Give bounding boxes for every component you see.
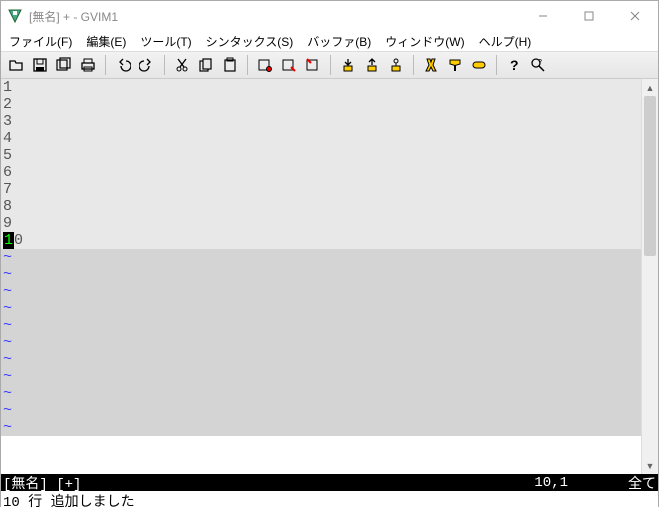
toolbar: ? ?: [1, 51, 658, 79]
line[interactable]: 8: [1, 198, 641, 215]
scroll-down-icon[interactable]: ▼: [642, 457, 658, 474]
buffer-content: 1 2 3 4 5 6 7 8 9 10: [1, 79, 641, 249]
minimize-button[interactable]: [520, 1, 566, 31]
open-icon[interactable]: [5, 54, 27, 76]
command-line[interactable]: 10 行 追加しました: [1, 491, 658, 508]
session-save-icon[interactable]: [361, 54, 383, 76]
line[interactable]: 2: [1, 96, 641, 113]
line[interactable]: 7: [1, 181, 641, 198]
maximize-button[interactable]: [566, 1, 612, 31]
find-prev-icon[interactable]: [302, 54, 324, 76]
empty-lines: ~~~~~~~~~~~: [1, 249, 641, 436]
redo-icon[interactable]: [136, 54, 158, 76]
empty-line-marker: ~: [1, 334, 641, 351]
menu-file[interactable]: ファイル(F): [5, 31, 76, 52]
line[interactable]: 1: [1, 79, 641, 96]
menu-tool[interactable]: ツール(T): [136, 31, 195, 52]
save-all-icon[interactable]: [53, 54, 75, 76]
undo-icon[interactable]: [112, 54, 134, 76]
menu-buffer[interactable]: バッファ(B): [303, 31, 375, 52]
cut-icon[interactable]: [171, 54, 193, 76]
line[interactable]: 4: [1, 130, 641, 147]
cursor-line[interactable]: 10: [1, 232, 641, 249]
status-right: 全て: [628, 473, 656, 493]
scroll-thumb[interactable]: [644, 96, 656, 256]
tags-icon[interactable]: [468, 54, 490, 76]
cursor: 1: [3, 232, 14, 249]
status-position: 10,1: [534, 475, 568, 491]
search-help-icon[interactable]: ?: [527, 54, 549, 76]
empty-line-marker: ~: [1, 283, 641, 300]
line[interactable]: 3: [1, 113, 641, 130]
svg-text:?: ?: [538, 59, 542, 66]
line[interactable]: 5: [1, 147, 641, 164]
paste-icon[interactable]: [219, 54, 241, 76]
print-icon[interactable]: [77, 54, 99, 76]
empty-line-marker: ~: [1, 402, 641, 419]
close-button[interactable]: [612, 1, 658, 31]
editor-area: 1 2 3 4 5 6 7 8 9 10 ~~~~~~~~~~~ ▲ ▼: [1, 79, 658, 474]
menubar: ファイル(F) 編集(E) ツール(T) シンタックス(S) バッファ(B) ウ…: [1, 31, 658, 51]
menu-syntax[interactable]: シンタックス(S): [202, 31, 298, 52]
script-icon[interactable]: [385, 54, 407, 76]
make-icon[interactable]: [420, 54, 442, 76]
line[interactable]: 6: [1, 164, 641, 181]
copy-icon[interactable]: [195, 54, 217, 76]
menu-window[interactable]: ウィンドウ(W): [381, 31, 468, 52]
empty-line-marker: ~: [1, 249, 641, 266]
text-editor[interactable]: 1 2 3 4 5 6 7 8 9 10 ~~~~~~~~~~~: [1, 79, 641, 474]
empty-line-marker: ~: [1, 351, 641, 368]
toolbar-separator: [496, 55, 497, 75]
empty-line-marker: ~: [1, 300, 641, 317]
vertical-scrollbar[interactable]: ▲ ▼: [641, 79, 658, 474]
status-file: [無名] [+]: [3, 473, 534, 493]
shell-icon[interactable]: [444, 54, 466, 76]
save-icon[interactable]: [29, 54, 51, 76]
line[interactable]: 9: [1, 215, 641, 232]
session-load-icon[interactable]: [337, 54, 359, 76]
toolbar-separator: [330, 55, 331, 75]
titlebar: [無名] + - GVIM1: [1, 1, 658, 31]
toolbar-separator: [164, 55, 165, 75]
empty-line-marker: ~: [1, 266, 641, 283]
empty-line-marker: ~: [1, 368, 641, 385]
find-replace-icon[interactable]: [254, 54, 276, 76]
toolbar-separator: [105, 55, 106, 75]
menu-help[interactable]: ヘルプ(H): [475, 31, 536, 52]
menu-edit[interactable]: 編集(E): [82, 31, 130, 52]
empty-line-marker: ~: [1, 419, 641, 436]
find-next-icon[interactable]: [278, 54, 300, 76]
toolbar-separator: [413, 55, 414, 75]
scroll-up-icon[interactable]: ▲: [642, 79, 658, 96]
toolbar-separator: [247, 55, 248, 75]
svg-text:?: ?: [510, 57, 519, 73]
empty-line-marker: ~: [1, 385, 641, 402]
help-icon[interactable]: ?: [503, 54, 525, 76]
cursor-after: 0: [14, 232, 23, 249]
window-title: [無名] + - GVIM1: [29, 8, 520, 25]
statusbar: [無名] [+] 10,1 全て: [1, 474, 658, 491]
empty-line-marker: ~: [1, 317, 641, 334]
vim-icon: [7, 8, 23, 24]
